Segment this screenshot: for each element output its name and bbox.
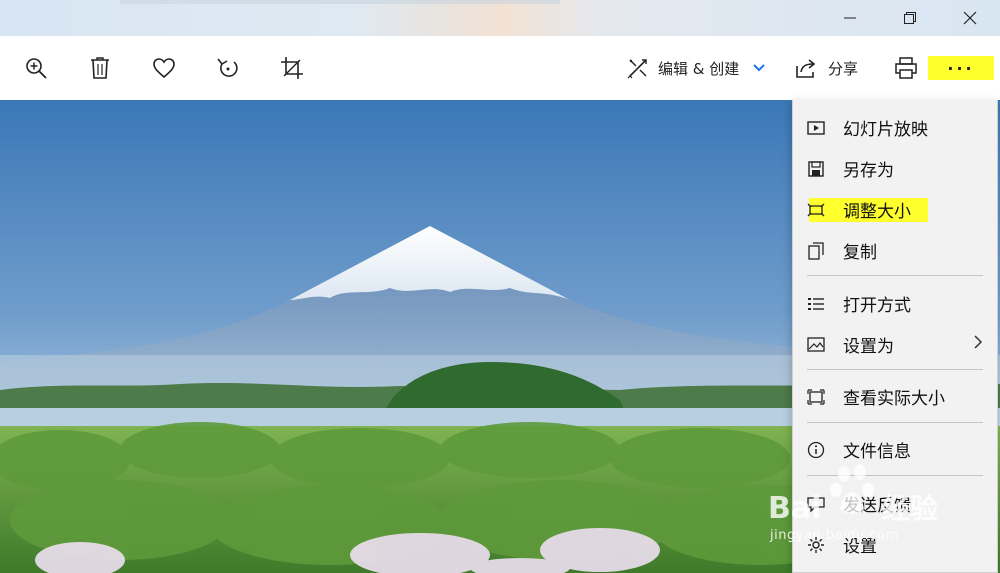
printer-icon [895, 57, 917, 79]
delete-button[interactable] [84, 52, 116, 84]
favorite-button[interactable] [148, 52, 180, 84]
menu-item-label: 打开方式 [843, 295, 911, 316]
actual-size-icon [807, 388, 825, 406]
close-button[interactable] [940, 0, 1000, 36]
title-blur [120, 0, 560, 4]
zoom-button[interactable] [20, 52, 52, 84]
more-options-menu: 幻灯片放映 另存为 调整大小 复制 打开方式 设置为 查看实际大小 文件信息 发… [792, 100, 998, 573]
heart-icon [153, 58, 175, 79]
title-bar [0, 0, 1000, 36]
menu-item-file-info[interactable]: 文件信息 [793, 430, 999, 468]
share-label: 分享 [828, 59, 859, 78]
menu-item-label: 幻灯片放映 [843, 119, 928, 140]
menu-item-label: 复制 [843, 242, 877, 263]
chevron-right-icon [973, 334, 983, 354]
edit-create-label: 编辑 & 创建 [658, 59, 740, 78]
menu-item-label: 另存为 [843, 160, 894, 181]
menu-item-label: 发送反馈 [843, 495, 911, 516]
close-icon [963, 11, 977, 25]
menu-item-label: 调整大小 [843, 201, 911, 222]
save-icon [807, 160, 825, 178]
more-button[interactable]: ··· [928, 56, 994, 80]
resize-icon [807, 201, 825, 219]
share-button[interactable]: 分享 [828, 36, 858, 100]
menu-item-actual-size[interactable]: 查看实际大小 [793, 377, 999, 415]
menu-item-slideshow[interactable]: 幻灯片放映 [793, 108, 999, 146]
restore-icon [904, 12, 916, 24]
share-icon [796, 59, 816, 78]
trash-icon [91, 57, 109, 79]
minimize-button[interactable] [820, 0, 880, 36]
edit-create-button[interactable]: 编辑 & 创建 [658, 36, 739, 100]
chevron-down-icon [753, 64, 765, 72]
rotate-icon [217, 58, 238, 77]
menu-item-feedback[interactable]: 发送反馈 [793, 484, 999, 522]
open-with-icon [807, 295, 825, 313]
crop-button[interactable] [276, 52, 308, 84]
menu-item-open-with[interactable]: 打开方式 [793, 284, 999, 322]
feedback-icon [807, 495, 825, 513]
menu-separator [807, 422, 983, 423]
copy-icon [807, 242, 825, 260]
edit-create-dropdown[interactable] [744, 52, 774, 84]
zoom-in-icon [26, 58, 47, 79]
set-as-icon [807, 336, 825, 354]
watermark-url: jingyan.baidu.com [770, 528, 899, 543]
menu-item-resize[interactable]: 调整大小 [793, 190, 999, 228]
print-button[interactable] [890, 52, 922, 84]
menu-item-label: 文件信息 [843, 441, 911, 462]
menu-item-label: 查看实际大小 [843, 388, 945, 409]
menu-item-label: 设置为 [843, 336, 894, 357]
menu-separator [807, 369, 983, 370]
menu-separator [807, 475, 983, 476]
crop-icon [281, 57, 303, 79]
menu-separator [807, 275, 983, 276]
share-icon-wrap[interactable] [790, 52, 822, 84]
edit-create-icon [627, 59, 647, 79]
minimize-icon [844, 17, 856, 19]
more-label: ··· [947, 58, 975, 78]
slideshow-icon [807, 119, 825, 137]
edit-create-icon-wrap[interactable] [622, 52, 654, 84]
toolbar: 编辑 & 创建 分享 ··· [0, 36, 1000, 100]
menu-item-copy[interactable]: 复制 [793, 231, 999, 269]
menu-item-set-as[interactable]: 设置为 [793, 325, 999, 363]
restore-button[interactable] [880, 0, 940, 36]
rotate-button[interactable] [212, 52, 244, 84]
info-icon [807, 441, 825, 459]
menu-item-save-as[interactable]: 另存为 [793, 149, 999, 187]
